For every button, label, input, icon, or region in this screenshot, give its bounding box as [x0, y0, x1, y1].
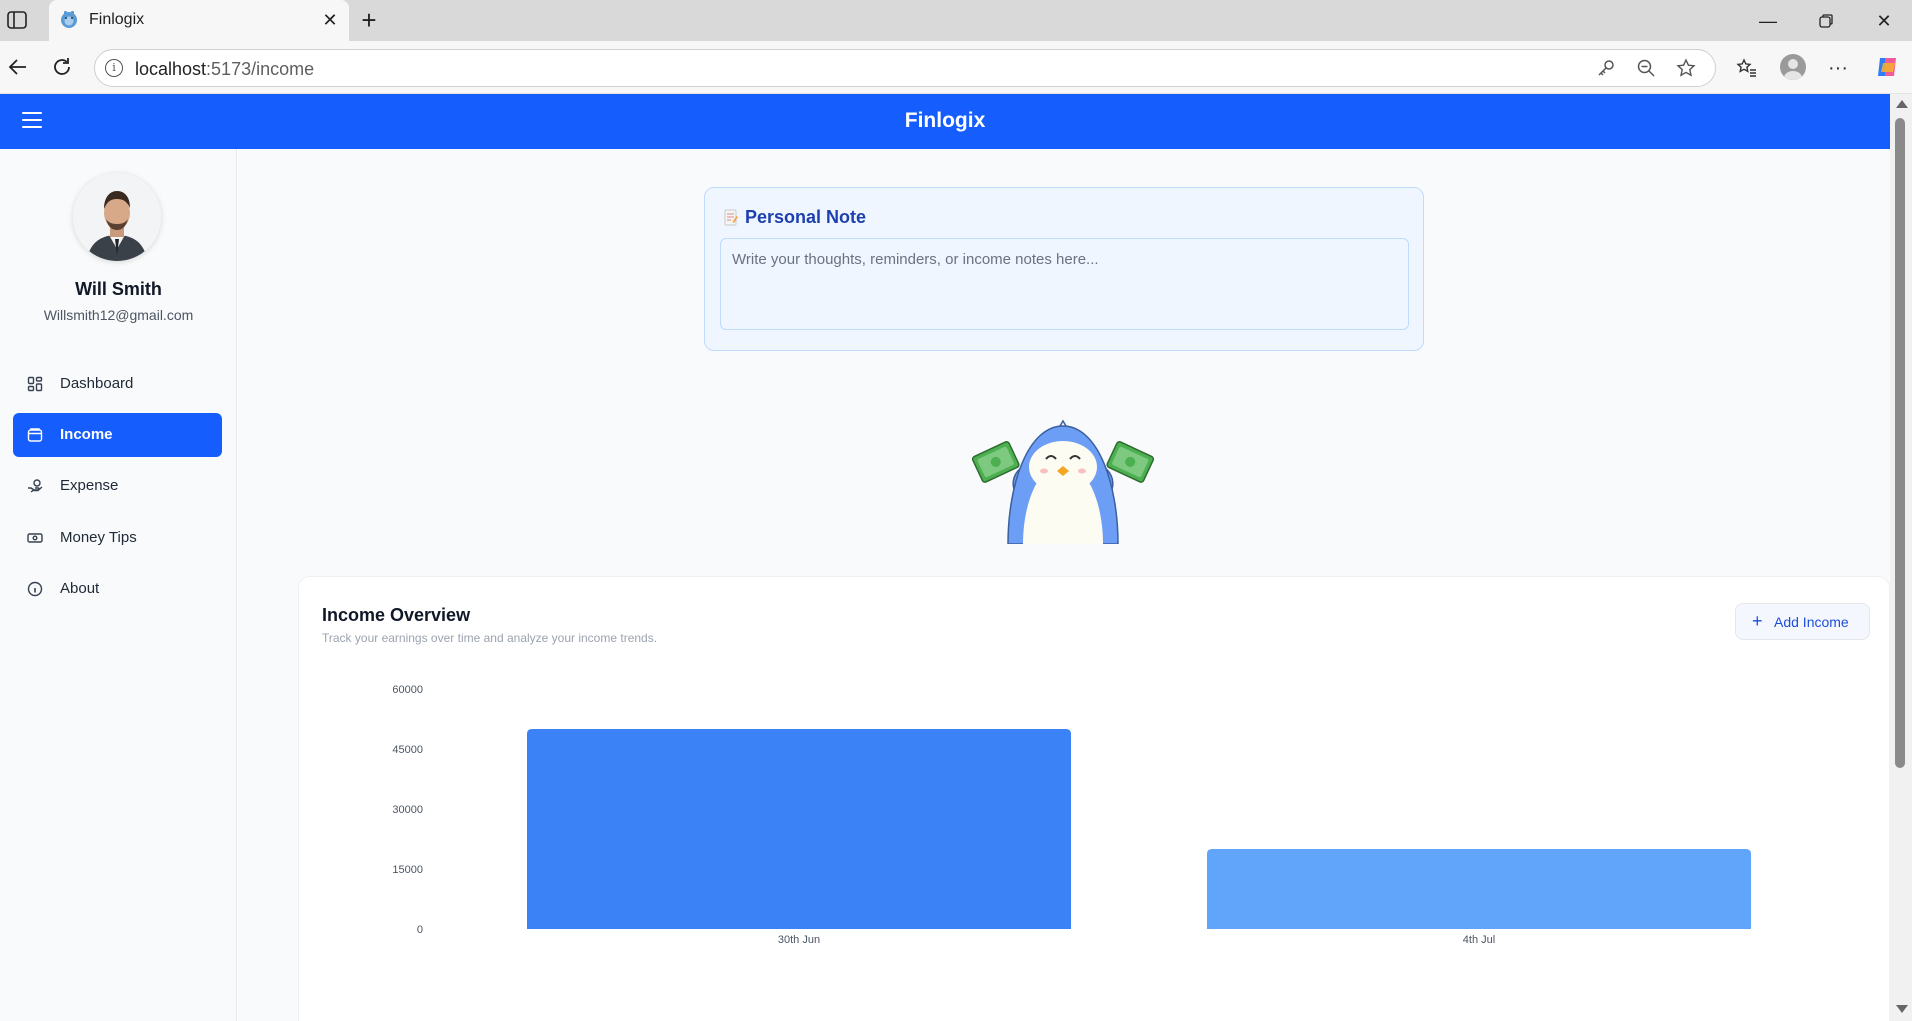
x-axis-tick-label: 4th Jul	[1463, 934, 1495, 946]
sidebar-item-expense[interactable]: Expense	[13, 464, 222, 508]
app-header: Finlogix	[0, 94, 1890, 149]
minimize-icon[interactable]: —	[1748, 8, 1788, 34]
banknote-icon	[27, 530, 43, 546]
dashboard-grid-icon	[27, 376, 43, 392]
zoom-out-icon[interactable]	[1635, 58, 1657, 80]
page-scrollbar[interactable]	[1890, 94, 1912, 1021]
sidebar-item-label: About	[60, 580, 100, 597]
sidebar-item-dashboard[interactable]: Dashboard	[13, 362, 222, 406]
browser-toolbar: i localhost:5173/income ···	[0, 41, 1912, 94]
y-axis-tick-label: 60000	[392, 684, 423, 696]
income-bar-chart: 0 15000 30000 45000 60000 30th Jun 4th Jul	[392, 684, 1751, 946]
piggy-bank-favicon-icon	[59, 10, 79, 30]
personal-note-title: Personal Note	[745, 207, 867, 227]
tab-title: Finlogix	[89, 11, 145, 28]
site-info-icon[interactable]: i	[105, 59, 123, 77]
scroll-down-arrow-icon[interactable]	[1896, 1005, 1908, 1013]
hand-coins-icon	[27, 478, 43, 494]
favorites-list-icon[interactable]	[1732, 53, 1762, 83]
sidebar-item-label: Income	[60, 426, 113, 443]
sidebar-item-label: Expense	[60, 477, 119, 494]
y-axis-tick-label: 45000	[392, 744, 423, 756]
new-tab-icon[interactable]: +	[356, 7, 382, 34]
x-axis-tick-label: 30th Jun	[778, 934, 820, 946]
scrollbar-thumb[interactable]	[1895, 118, 1905, 768]
sidebar-toggle-icon[interactable]	[6, 10, 28, 30]
personal-note-card: Personal Note	[704, 187, 1424, 351]
penguin-money-mascot	[968, 407, 1158, 545]
wallet-icon	[27, 427, 43, 443]
app-title: Finlogix	[904, 109, 986, 132]
income-bar[interactable]	[527, 729, 1071, 929]
address-bar[interactable]: i localhost:5173/income	[94, 49, 1716, 87]
user-email: Willsmith12@gmail.com	[43, 307, 194, 323]
browser-tab-strip: Finlogix ✕ + — ✕	[0, 0, 1912, 41]
url-text[interactable]: localhost:5173/income	[135, 59, 314, 80]
sidebar-item-label: Dashboard	[60, 375, 134, 392]
personal-note-textarea[interactable]	[720, 238, 1409, 330]
copilot-icon[interactable]	[1874, 54, 1900, 80]
sidebar-item-about[interactable]: About	[13, 567, 222, 611]
main-content: Personal Note Income Overvi	[238, 149, 1890, 1021]
user-name: Will Smith	[75, 279, 162, 299]
profile-avatar-icon[interactable]	[1780, 54, 1806, 80]
memo-icon	[724, 209, 739, 226]
scroll-up-arrow-icon[interactable]	[1896, 100, 1908, 108]
browser-tab[interactable]: Finlogix ✕	[49, 0, 349, 41]
key-icon[interactable]	[1595, 58, 1617, 80]
income-bar[interactable]	[1207, 849, 1751, 929]
restore-icon[interactable]	[1806, 8, 1846, 34]
user-avatar	[73, 173, 161, 261]
tab-close-icon[interactable]: ✕	[319, 9, 341, 31]
sidebar: Will Smith Willsmith12@gmail.com Dashboa…	[0, 149, 237, 1021]
info-icon	[27, 581, 43, 597]
favorite-star-icon[interactable]	[1675, 58, 1697, 80]
sidebar-item-income[interactable]: Income	[13, 413, 222, 457]
sidebar-item-money-tips[interactable]: Money Tips	[13, 516, 222, 560]
income-overview-card: Income Overview Track your earnings over…	[298, 576, 1890, 1021]
reload-icon[interactable]	[48, 53, 76, 81]
close-window-icon[interactable]: ✕	[1864, 8, 1904, 34]
back-icon[interactable]	[4, 53, 32, 81]
more-options-icon[interactable]: ···	[1823, 53, 1853, 83]
y-axis-tick-label: 30000	[392, 804, 423, 816]
sidebar-item-label: Money Tips	[60, 529, 137, 546]
y-axis-tick-label: 15000	[392, 864, 423, 876]
y-axis-tick-label: 0	[417, 924, 423, 936]
